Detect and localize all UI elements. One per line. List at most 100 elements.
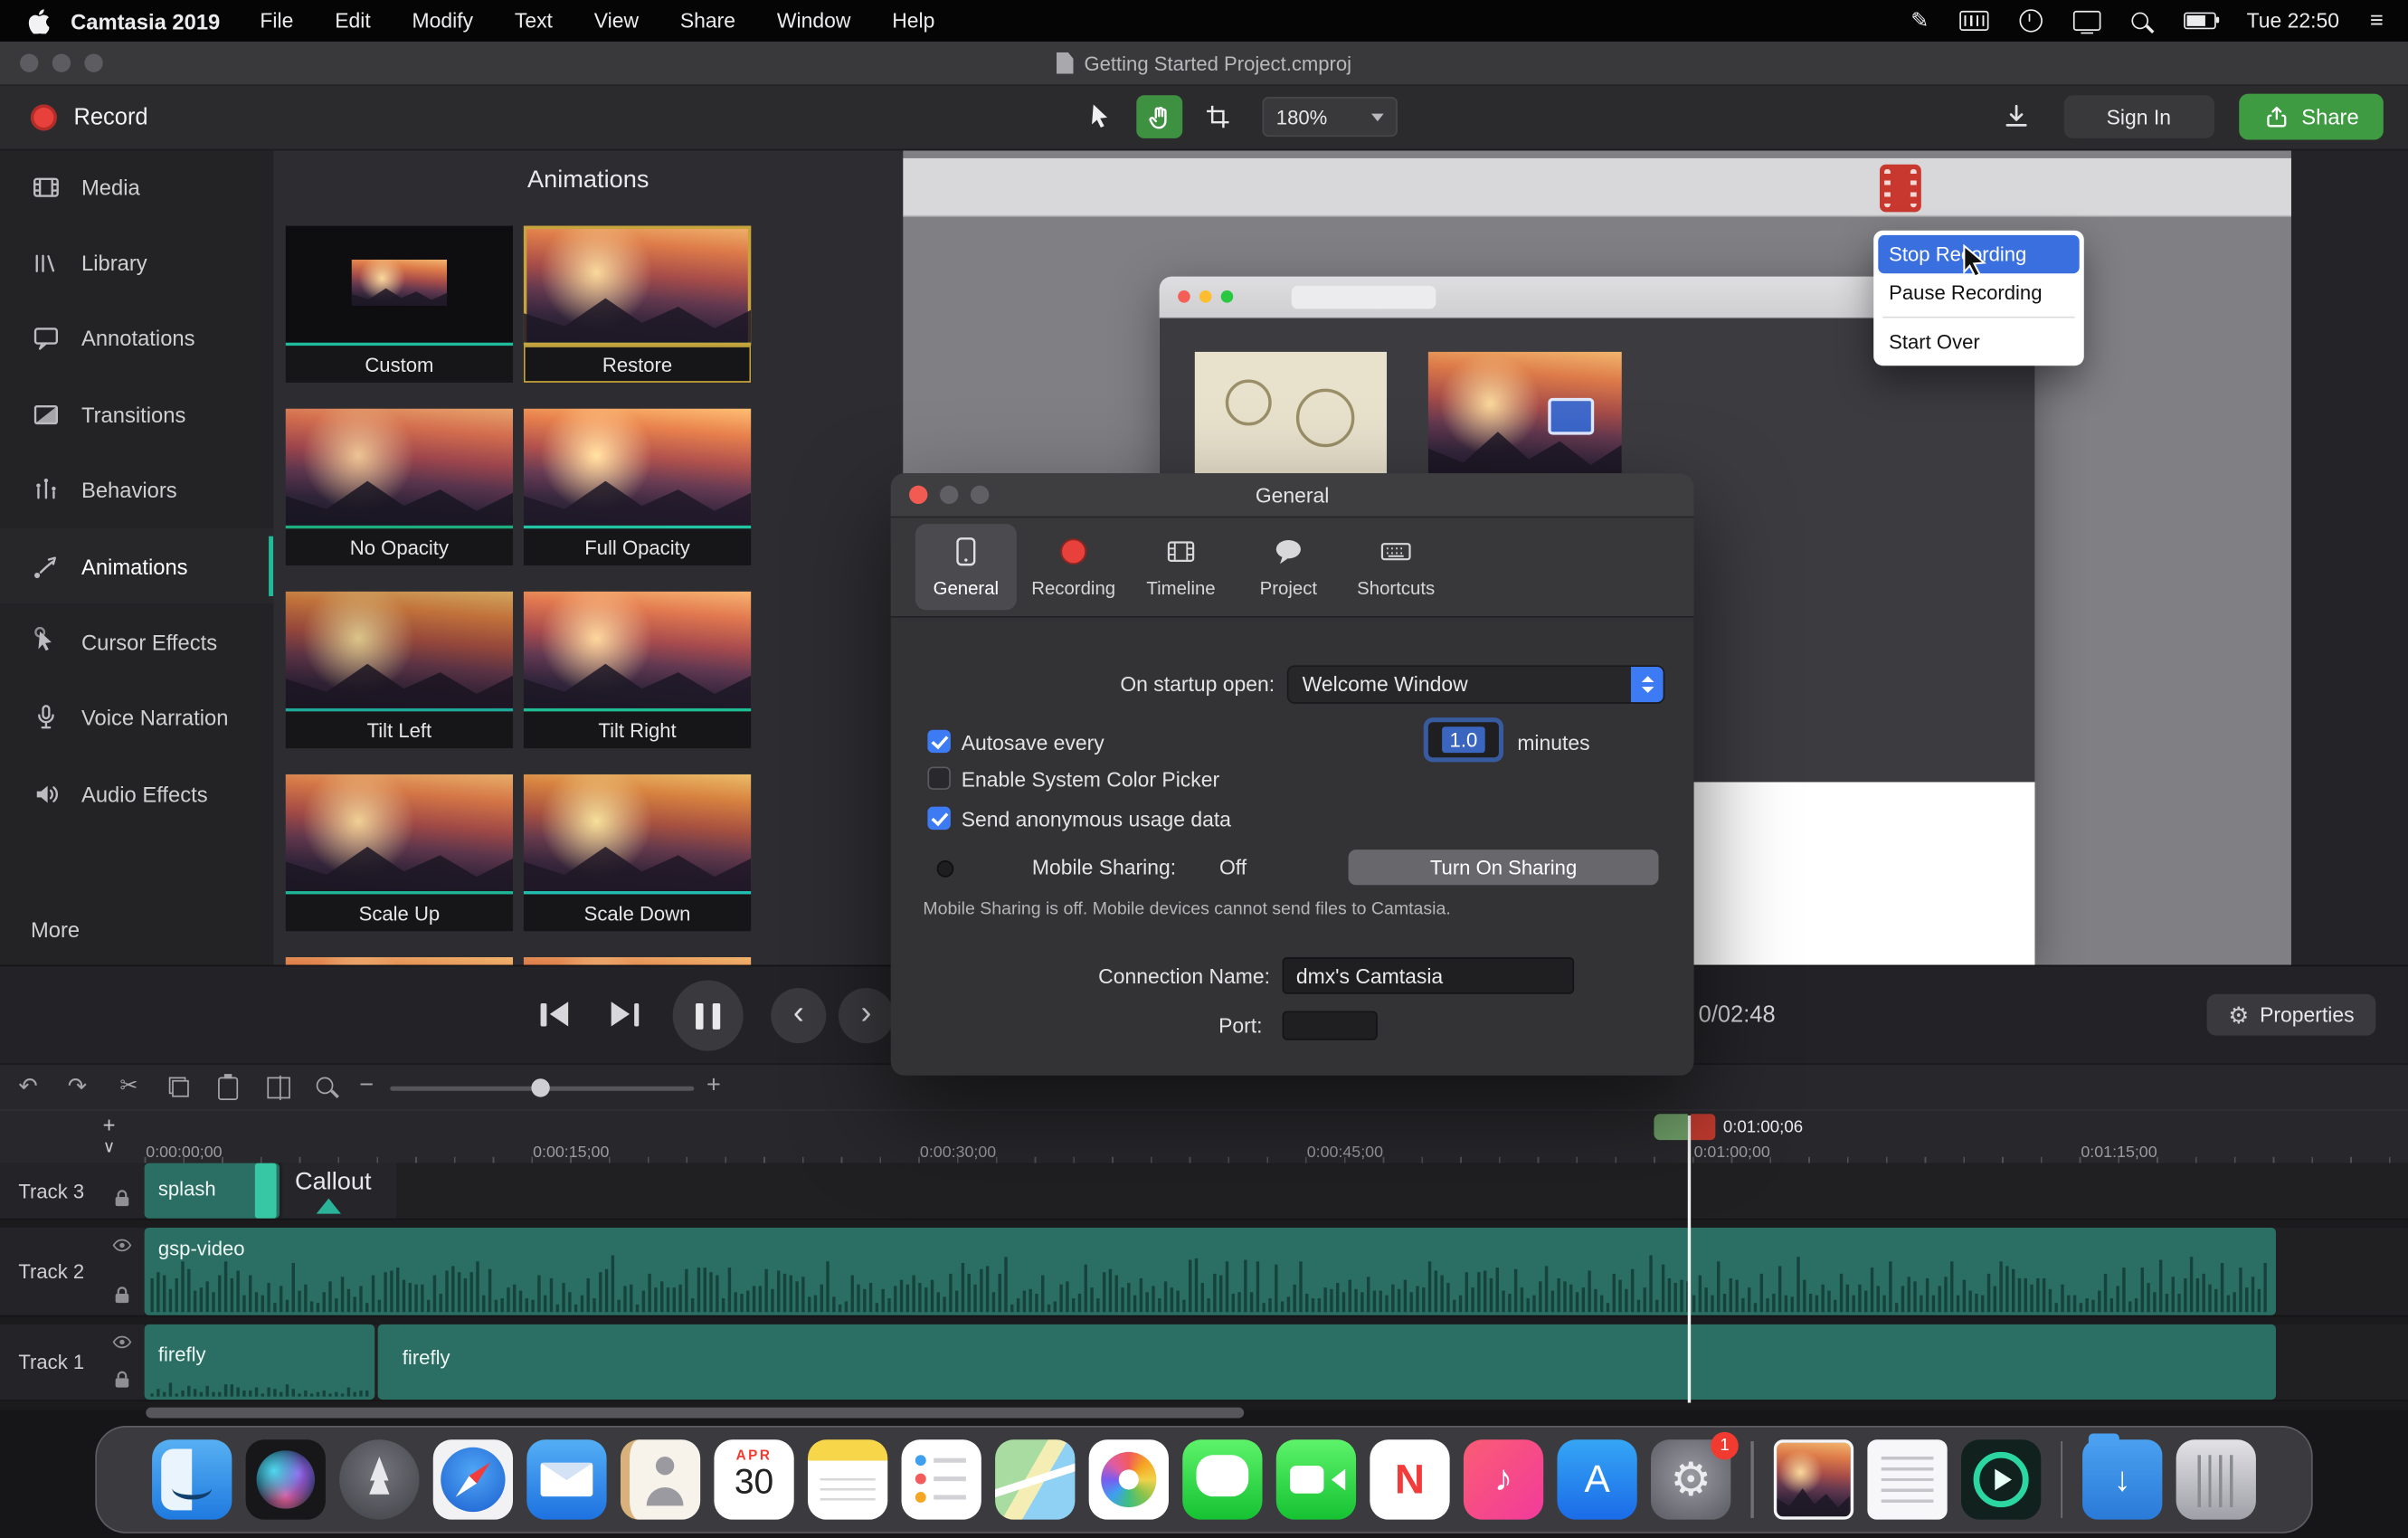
animation-tile-restore[interactable]: Restore [524,226,751,383]
download-button[interactable] [1993,95,2039,138]
clip-firefly-1[interactable]: firefly [145,1324,375,1400]
lock-icon[interactable] [114,1286,131,1308]
app-menu-title[interactable]: Camtasia 2019 [71,8,220,33]
dock-item-facetime[interactable] [1276,1439,1356,1519]
minimize-window-button[interactable] [52,53,71,71]
tab-general[interactable]: General [915,524,1017,610]
lock-icon[interactable] [114,1371,131,1393]
callout-marker-icon[interactable] [317,1199,341,1214]
cut-button[interactable]: ✂ [119,1072,137,1098]
tab-timeline[interactable]: Timeline [1131,524,1232,610]
sidebar-item-animations[interactable]: Animations [0,528,273,604]
timeline-zoom-knob[interactable] [531,1078,549,1097]
menu-window[interactable]: Window [777,9,851,32]
track-1-lane[interactable]: firefly firefly [145,1324,2408,1401]
turn-on-sharing-button[interactable]: Turn On Sharing [1349,850,1659,885]
select-tool-button[interactable] [1078,95,1124,138]
keyboard-icon[interactable] [1959,11,1988,31]
dock-item-camtasia[interactable] [1960,1439,2040,1519]
next-frame-button[interactable] [611,1002,640,1026]
animation-tile-tilt-right[interactable]: Tilt Right [524,592,751,748]
sidebar-item-cursor-effects[interactable]: Cursor Effects [0,604,273,680]
apple-icon[interactable] [28,8,50,33]
dock-item-downloads[interactable]: ↓ [2082,1439,2162,1519]
undo-button[interactable]: ↶ [18,1072,37,1100]
dock-item-system-preferences[interactable]: ⚙1 [1651,1439,1730,1519]
timeline-horizontal-scrollbar[interactable] [146,1408,1244,1419]
clip-selection-chip[interactable] [255,1163,277,1219]
track-2-lane[interactable]: gsp-video [145,1228,2408,1317]
sidebar-item-transitions[interactable]: Transitions [0,376,273,452]
clip-firefly-2[interactable]: firefly [378,1324,2276,1400]
lock-icon[interactable] [114,1189,131,1211]
record-button[interactable]: Record [31,84,148,148]
animation-tile-partial[interactable] [286,957,513,964]
dock-item-trash[interactable] [2176,1439,2256,1519]
dock-item-launchpad[interactable] [339,1439,419,1519]
dock-item-mail[interactable] [526,1439,606,1519]
pause-button[interactable] [673,981,744,1051]
menu-share[interactable]: Share [680,9,735,32]
animation-tile-scale-up[interactable]: Scale Up [286,774,513,931]
animation-tile-no-opacity[interactable]: No Opacity [286,409,513,565]
collapse-tracks-button[interactable]: ∨ [92,1137,126,1159]
pen-icon[interactable]: ✎ [1910,7,1929,33]
menu-text[interactable]: Text [515,9,553,32]
jump-forward-button[interactable]: › [839,988,894,1043]
dock-item-picture[interactable] [1773,1439,1853,1519]
port-field[interactable] [1283,1011,1378,1040]
sidebar-item-voice-narration[interactable]: Voice Narration [0,680,273,756]
dock-item-document[interactable] [1867,1439,1947,1519]
track-3-lane[interactable]: splash Callout [145,1163,2408,1220]
zoom-dialog-button[interactable] [971,486,989,504]
menu-edit[interactable]: Edit [335,9,370,32]
dock-item-news[interactable]: N [1370,1439,1449,1519]
copy-button[interactable] [169,1078,189,1097]
menu-file[interactable]: File [260,9,293,32]
menu-bar-clock[interactable]: Tue 22:50 [2247,9,2339,32]
animation-tile-tilt-left[interactable]: Tilt Left [286,592,513,748]
dock-item-messages[interactable] [1182,1439,1262,1519]
track-3-header[interactable]: Track 3 [0,1163,145,1220]
dock-item-siri[interactable] [246,1439,326,1519]
split-button[interactable] [267,1078,289,1099]
animation-tile-partial[interactable] [524,957,751,964]
sidebar-item-library[interactable]: Library [0,225,273,301]
properties-button[interactable]: ⚙ Properties [2207,994,2376,1036]
dock-item-music[interactable]: ♪ [1464,1439,1543,1519]
dock-item-app-store[interactable]: A [1557,1439,1636,1519]
canvas-zoom-select[interactable]: 180% [1263,97,1398,137]
dock-item-maps[interactable] [995,1439,1075,1519]
redo-button[interactable]: ↷ [68,1072,87,1100]
search-icon[interactable] [2131,13,2153,30]
battery-icon[interactable] [2184,13,2216,30]
playhead-out-handle[interactable] [1691,1114,1715,1140]
share-button[interactable]: Share [2239,94,2384,140]
notification-center-icon[interactable]: ≡ [2370,7,2384,33]
display-icon[interactable] [2073,11,2101,31]
previous-frame-button[interactable] [541,1002,569,1026]
track-2-header[interactable]: Track 2 [0,1228,145,1317]
sidebar-item-more[interactable]: More [0,907,273,953]
zoom-out-button[interactable]: − [359,1072,374,1100]
connection-name-field[interactable]: dmx's Camtasia [1283,957,1575,994]
tab-shortcuts[interactable]: Shortcuts [1345,524,1446,610]
animation-tile-scale-down[interactable]: Scale Down [524,774,751,931]
zoom-in-button[interactable]: + [706,1072,721,1100]
menu-help[interactable]: Help [892,9,934,32]
autosave-minutes-field[interactable]: 1.0 [1428,722,1499,757]
usage-data-checkbox[interactable] [927,807,950,830]
animation-tile-custom[interactable]: Custom [286,226,513,383]
track-1-header[interactable]: Track 1 [0,1324,145,1401]
menu-modify[interactable]: Modify [412,9,474,32]
crop-tool-button[interactable] [1195,95,1241,138]
dock-item-safari[interactable] [433,1439,513,1519]
playhead-in-handle[interactable] [1654,1114,1687,1140]
close-window-button[interactable] [20,53,38,71]
sidebar-item-annotations[interactable]: Annotations [0,300,273,376]
startup-open-select[interactable]: Welcome Window [1287,665,1665,703]
animation-tile-full-opacity[interactable]: Full Opacity [524,409,751,565]
minimize-dialog-button[interactable] [940,486,958,504]
eye-icon[interactable] [112,1331,132,1353]
clip-splash[interactable]: splash [145,1163,280,1219]
